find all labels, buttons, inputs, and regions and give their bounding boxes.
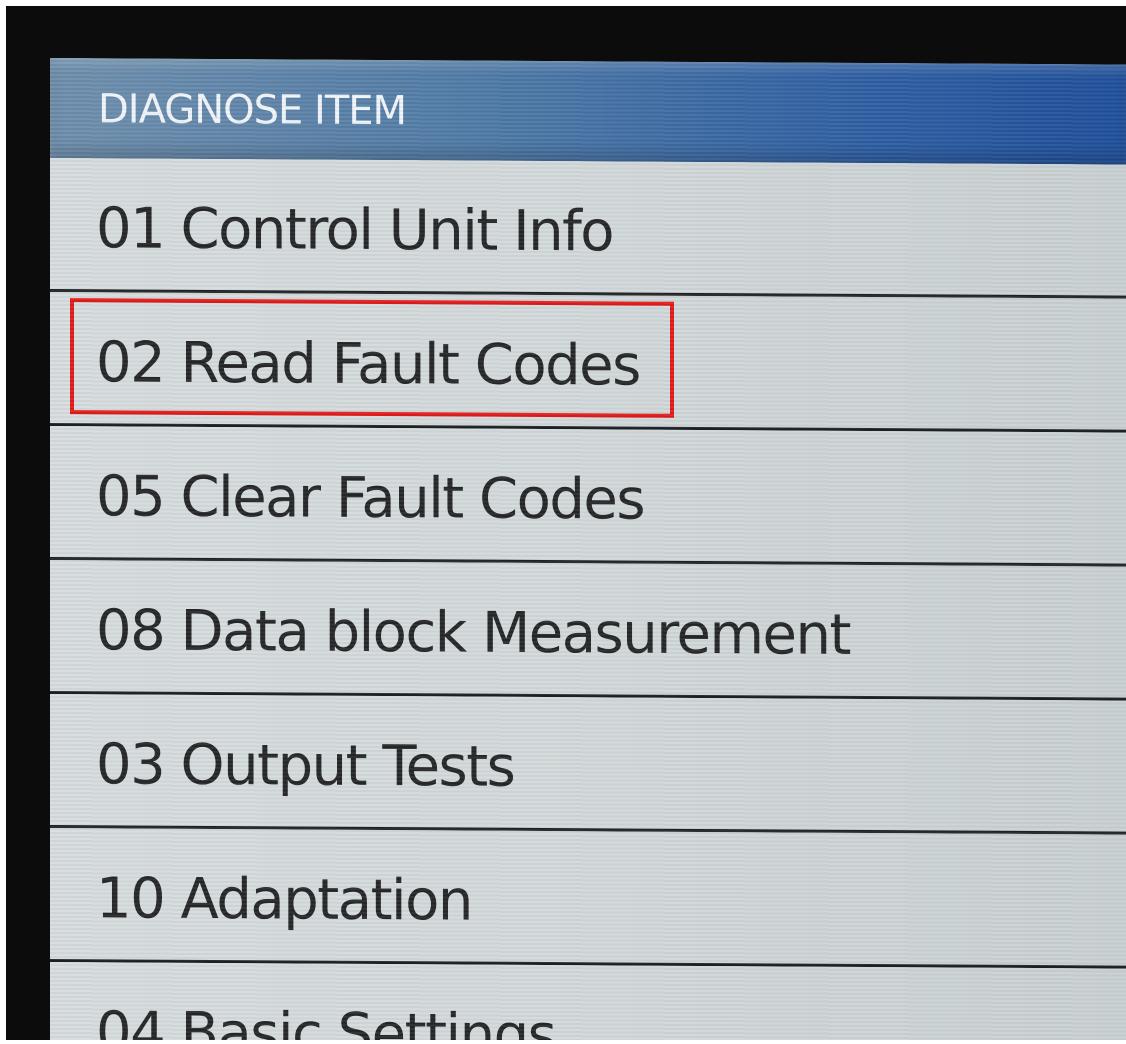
device-screen: DIAGNOSE ITEM 01 Control Unit Info 02 Re… [50,58,1126,1040]
menu-item-clear-fault-codes[interactable]: 05 Clear Fault Codes [50,426,1126,567]
screen-title: DIAGNOSE ITEM [98,86,407,135]
menu-item-label: 08 Data block Measurement [96,598,850,668]
menu-item-label: 02 Read Fault Codes [96,330,640,399]
menu-item-label: 10 Adaptation [96,866,472,934]
menu-item-label: 05 Clear Fault Codes [96,464,645,533]
menu-item-data-block-measurement[interactable]: 08 Data block Measurement [50,560,1126,701]
menu-item-label: 03 Output Tests [96,732,515,800]
diagnose-menu: 01 Control Unit Info 02 Read Fault Codes… [50,158,1126,1040]
menu-item-read-fault-codes[interactable]: 02 Read Fault Codes [50,292,1126,433]
menu-item-label: 01 Control Unit Info [96,196,614,265]
menu-item-basic-settings[interactable]: 04 Basic Settings [50,962,1126,1040]
device-photo: DIAGNOSE ITEM 01 Control Unit Info 02 Re… [0,0,1126,1044]
title-bar: DIAGNOSE ITEM [50,58,1126,165]
menu-item-adaptation[interactable]: 10 Adaptation [50,828,1126,969]
menu-item-label: 04 Basic Settings [96,1000,556,1040]
menu-item-control-unit-info[interactable]: 01 Control Unit Info [50,158,1126,299]
menu-item-output-tests[interactable]: 03 Output Tests [50,694,1126,835]
device-bezel: DIAGNOSE ITEM 01 Control Unit Info 02 Re… [6,6,1126,1040]
